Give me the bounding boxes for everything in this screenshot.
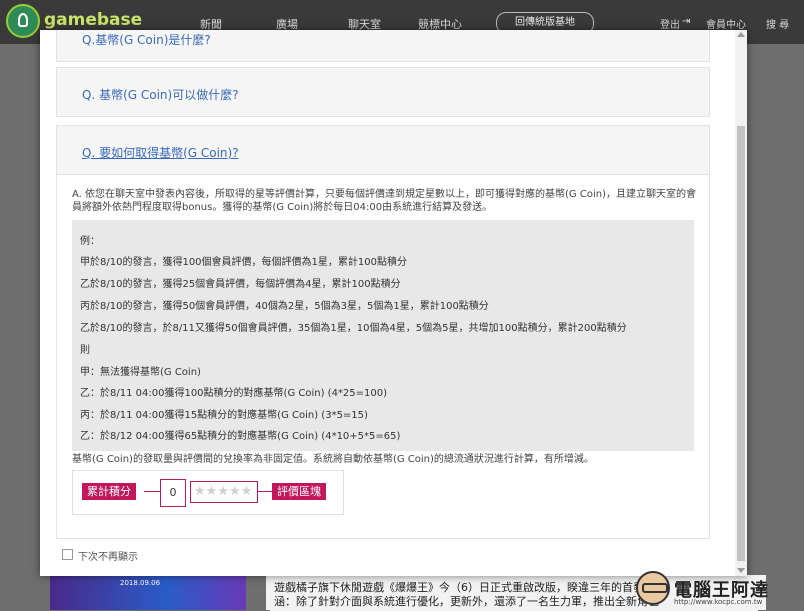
example-line: 甲於8/10的發言，獲得100個會員評價，每個評價為1星，累計100點積分 (80, 257, 407, 268)
rating-connector (258, 491, 272, 492)
gcoin-faq-modal: Q.基幣(G Coin)是什麼? Q. 基幣(G Coin)可以做什麼? Q. … (40, 30, 747, 576)
points-label: 累計積分 (82, 483, 136, 500)
gamebase-logo-icon[interactable] (6, 4, 40, 38)
example-line: 甲：無法獲得基幣(G Coin) (80, 367, 201, 378)
watermark-url: http://www.kocpc.com.tw (674, 598, 763, 606)
faq-question[interactable]: Q. 基幣(G Coin)可以做什麼? (82, 86, 239, 103)
points-connector (144, 491, 160, 492)
star-icons[interactable]: ★★★★★ (194, 484, 252, 499)
event-banner[interactable]: 2018.09.06 (50, 575, 246, 610)
scroll-up-arrow-icon[interactable] (737, 32, 745, 37)
scroll-thumb[interactable] (737, 126, 745, 561)
logo-text[interactable]: gamebase (44, 10, 142, 30)
star-rating[interactable]: ★★★★★ (190, 481, 258, 503)
dont-show-checkbox[interactable] (62, 549, 73, 560)
watermark-avatar-icon (636, 571, 670, 605)
example-line: 乙於8/10的發言，於8/11又獲得50個會員評價，35個為1星，10個為4星，… (80, 323, 627, 334)
example-line: 丙於8/10的發言，獲得50個會員評價，40個為2星，5個為3星，5個為1星，累… (80, 301, 489, 312)
example-line: 則 (80, 345, 90, 356)
rating-area-label: 評價區塊 (272, 483, 326, 500)
faq-item-what-is-gcoin[interactable]: Q.基幣(G Coin)是什麼? (56, 30, 710, 62)
member-center-link[interactable]: 會員中心 (706, 16, 746, 31)
example-box: 例： 甲於8/10的發言，獲得100個會員評價，每個評價為1星，累計100點積分… (72, 220, 694, 451)
dont-show-label[interactable]: 下次不再顯示 (78, 548, 138, 563)
example-line: 乙於8/10的發言，獲得25個會員評價，每個評價為4星，累計100點積分 (80, 279, 401, 290)
modal-scrollbar[interactable] (735, 30, 747, 576)
example-line: 乙：於8/11 04:00獲得100點積分的對應基幣(G Coin) (4*25… (80, 388, 388, 399)
example-line: 例： (80, 236, 100, 247)
banner-date: 2018.09.06 (120, 579, 161, 587)
points-counter: 0 (160, 479, 186, 507)
faq-item-how-to-get-gcoin[interactable]: Q. 要如何取得基幣(G Coin)? (56, 125, 710, 175)
example-line: 丙：於8/11 04:00獲得15點積分的對應基幣(G Coin) (3*5=1… (80, 410, 368, 421)
faq-question[interactable]: Q. 要如何取得基幣(G Coin)? (82, 144, 239, 161)
logout-link[interactable]: 登出 (660, 16, 680, 31)
logout-icon[interactable]: ⇥ (682, 16, 690, 27)
search-link[interactable]: 搜 尋 (766, 16, 789, 31)
faq-item-what-can-gcoin-do[interactable]: Q. 基幣(G Coin)可以做什麼? (56, 67, 710, 117)
faq-question[interactable]: Q.基幣(G Coin)是什麼? (82, 31, 211, 48)
scroll-down-arrow-icon[interactable] (737, 568, 745, 573)
example-line: 乙：於8/12 04:00獲得65點積分的對應基幣(G Coin) (4*10+… (80, 431, 401, 442)
exchange-rate-note: 基幣(G Coin)的發取量與評價間的兌換率為非固定值。系統將自動依基幣(G C… (72, 454, 594, 465)
answer-text: A. 依您在聊天室中發表內容後，所取得的星等評價計算，只要每個評價達到規定星數以… (72, 189, 696, 213)
